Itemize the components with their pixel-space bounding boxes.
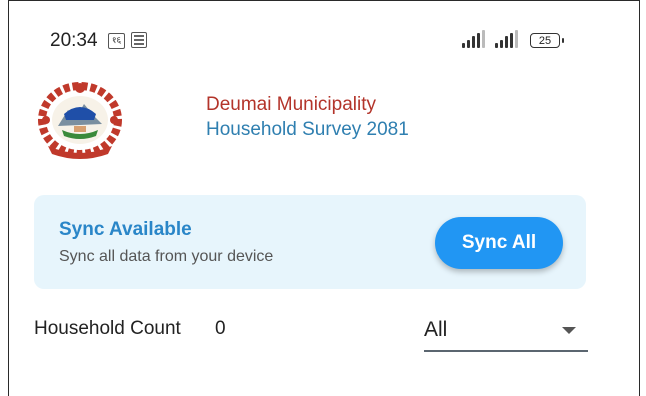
household-count-label: Household Count: [34, 318, 181, 339]
sync-all-button[interactable]: Sync All: [435, 217, 563, 269]
message-icon: [131, 32, 147, 48]
nepal-emblem-logo: [38, 82, 122, 159]
sync-title: Sync Available: [59, 219, 192, 240]
household-count-value: 0: [215, 318, 226, 339]
status-time: 20:34: [50, 30, 98, 51]
battery-icon: 25: [530, 33, 560, 48]
signal-strength-icon-2: [495, 30, 521, 48]
signal-strength-icon: [462, 30, 488, 48]
dropdown-arrow-icon: [562, 327, 576, 334]
sync-subtitle: Sync all data from your device: [59, 248, 274, 265]
survey-title: Household Survey 2081: [206, 119, 409, 140]
battery-tip: [562, 38, 564, 43]
sync-card: Sync Available Sync all data from your d…: [34, 195, 586, 289]
filter-dropdown[interactable]: All: [424, 310, 588, 352]
municipality-name: Deumai Municipality: [206, 94, 377, 115]
notification-icon: १६: [108, 33, 125, 49]
filter-selected-value: All: [424, 318, 448, 341]
